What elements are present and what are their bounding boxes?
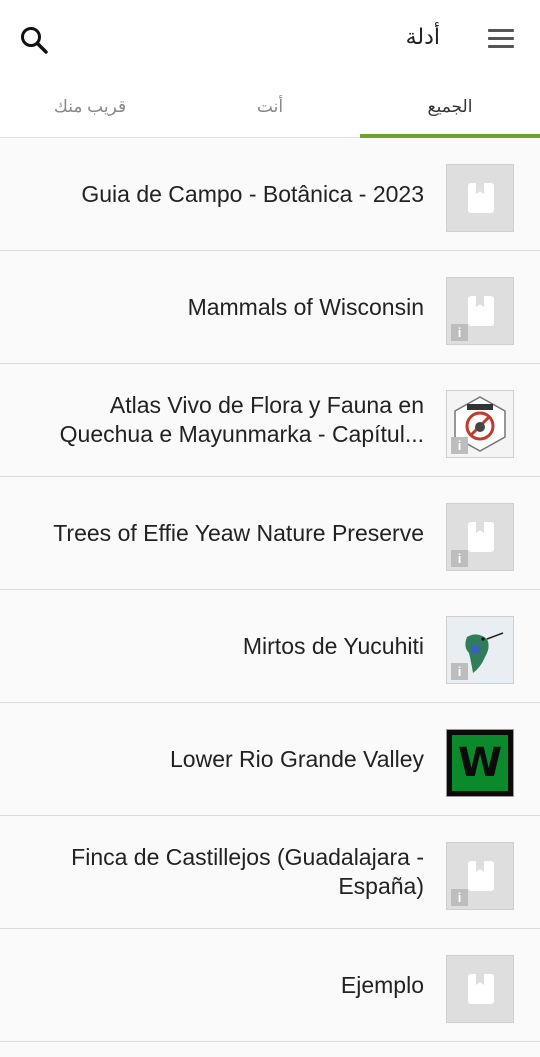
book-icon: [468, 861, 494, 891]
book-icon: [468, 183, 494, 213]
guide-list-item[interactable]: Finca de Castillejos (Guadalajara - Espa…: [0, 816, 540, 929]
info-icon: i: [451, 889, 468, 906]
guide-list-item[interactable]: Lower Rio Grande Valley W: [0, 703, 540, 816]
info-icon: i: [451, 324, 468, 341]
guide-title: Guia de Campo - Botânica - 2023: [81, 180, 424, 207]
atlas-logo-icon: i: [446, 390, 514, 458]
book-icon: [468, 296, 494, 326]
tab-bar: قريب منك أنت الجميع: [0, 80, 540, 138]
book-icon: [468, 974, 494, 1004]
guide-thumbnail: [446, 955, 514, 1023]
guide-title: Mammals of Wisconsin: [187, 293, 424, 320]
guide-title: Finca de Castillejos (Guadalajara - Espa…: [71, 844, 424, 899]
app-bar: أدلة: [0, 0, 540, 80]
guides-list: Guia de Campo - Botânica - 2023 Mammals …: [0, 138, 540, 1057]
guide-list-item[interactable]: Ejemplo: [0, 929, 540, 1042]
guide-title: Trees of Effie Yeaw Nature Preserve: [53, 519, 424, 546]
tab-nearby-label: قريب منك: [53, 97, 127, 116]
info-icon: i: [451, 663, 468, 680]
info-icon: i: [451, 550, 468, 567]
guide-thumbnail: i: [446, 842, 514, 910]
guide-title: Atlas Vivo de Flora y Fauna en Quechua e…: [59, 392, 424, 447]
guide-title: Ejemplo: [340, 971, 424, 998]
hamburger-menu-icon[interactable]: [486, 26, 516, 54]
tab-nearby[interactable]: قريب منك: [0, 80, 180, 138]
w-logo-icon: W: [446, 729, 514, 797]
info-icon: i: [451, 437, 468, 454]
search-icon[interactable]: [18, 24, 50, 56]
guide-list-item[interactable]: Mirtos de Yucuhiti i: [0, 590, 540, 703]
guide-thumbnail: [446, 164, 514, 232]
hummingbird-photo: i: [446, 616, 514, 684]
tab-all-label: الجميع: [427, 97, 473, 116]
book-icon: [468, 522, 494, 552]
page-title: أدلة: [405, 24, 440, 49]
tab-all[interactable]: الجميع: [360, 80, 540, 138]
guide-title: Lower Rio Grande Valley: [170, 745, 424, 772]
guide-list-item[interactable]: Trees of Effie Yeaw Nature Preserve i: [0, 477, 540, 590]
guide-list-item[interactable]: Guia de Campo - Botânica - 2023: [0, 138, 540, 251]
guide-list-item[interactable]: Atlas Vivo de Flora y Fauna en Quechua e…: [0, 364, 540, 477]
guide-thumbnail: i: [446, 277, 514, 345]
tab-you[interactable]: أنت: [180, 80, 360, 138]
guide-list-item[interactable]: Mammals of Wisconsin i: [0, 251, 540, 364]
guide-thumbnail: i: [446, 503, 514, 571]
tab-you-label: أنت: [256, 97, 284, 116]
guide-title: Mirtos de Yucuhiti: [242, 632, 424, 659]
